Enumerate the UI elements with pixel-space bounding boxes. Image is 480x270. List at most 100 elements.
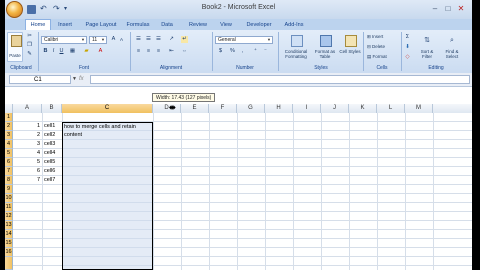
row-header[interactable]: 14: [5, 230, 13, 239]
select-all-corner[interactable]: [5, 104, 13, 113]
comma-button[interactable]: ,: [239, 48, 246, 55]
orientation-icon[interactable]: ↗: [168, 36, 175, 43]
row-header[interactable]: [5, 257, 13, 270]
row-header[interactable]: 6: [5, 158, 13, 167]
tab-home[interactable]: Home: [25, 19, 51, 30]
sort-filter-button[interactable]: ⇅ Sort & Filter: [415, 32, 437, 62]
bold-button[interactable]: B: [42, 48, 49, 55]
column-header-d[interactable]: D: [153, 104, 181, 113]
row-header[interactable]: 15: [5, 239, 13, 248]
cell-b4[interactable]: cell3: [44, 140, 62, 149]
column-header-m[interactable]: M: [405, 104, 433, 113]
borders-icon[interactable]: ▦: [69, 48, 76, 55]
copy-icon[interactable]: ❐: [26, 42, 33, 49]
cell-b2[interactable]: cell1: [44, 122, 62, 131]
cut-icon[interactable]: ✂: [26, 33, 33, 40]
merge-center-icon[interactable]: ⇔: [181, 48, 188, 55]
chevron-down-icon[interactable]: ▼: [72, 75, 77, 84]
cell-a5[interactable]: 4: [13, 149, 40, 158]
percent-button[interactable]: %: [229, 48, 236, 55]
italic-button[interactable]: I: [50, 48, 57, 55]
increase-decimal-icon[interactable]: ⁺: [252, 48, 259, 55]
paste-button[interactable]: Paste: [7, 32, 23, 62]
font-color-icon[interactable]: A: [97, 48, 104, 55]
minimize-button[interactable]: –: [429, 3, 441, 14]
cell-styles-button[interactable]: Cell Styles: [338, 32, 361, 62]
formula-input[interactable]: [90, 75, 470, 84]
font-name-select[interactable]: Calibri ▼: [41, 36, 87, 44]
cell-b8[interactable]: cell7: [44, 176, 62, 185]
format-cells-button[interactable]: ▤ Format: [367, 54, 397, 59]
column-header-e[interactable]: E: [181, 104, 209, 113]
align-top-icon[interactable]: ☰: [135, 36, 142, 43]
row-header[interactable]: 1: [5, 113, 13, 122]
column-header-h[interactable]: H: [265, 104, 293, 113]
row-header[interactable]: 10: [5, 194, 13, 203]
column-header-k[interactable]: K: [349, 104, 377, 113]
row-header[interactable]: 5: [5, 149, 13, 158]
decrease-decimal-icon[interactable]: ⁻: [262, 48, 269, 55]
row-header[interactable]: 4: [5, 140, 13, 149]
fill-color-icon[interactable]: ▰: [83, 48, 90, 55]
column-header-l[interactable]: L: [377, 104, 405, 113]
cell-a3[interactable]: 2: [13, 131, 40, 140]
align-right-icon[interactable]: ≡: [155, 48, 162, 55]
align-left-icon[interactable]: ≡: [135, 48, 142, 55]
row-header[interactable]: 2: [5, 122, 13, 131]
align-bottom-icon[interactable]: ☰: [155, 36, 162, 43]
worksheet-grid[interactable]: 1 2 3 4 5 6 7 8 9 10 11 12 13 14 15 16 1…: [5, 113, 472, 270]
format-painter-icon[interactable]: ✎: [26, 51, 33, 58]
row-header[interactable]: 7: [5, 167, 13, 176]
cell-a2[interactable]: 1: [13, 122, 40, 131]
cell-b5[interactable]: cell4: [44, 149, 62, 158]
selected-column-c[interactable]: [62, 122, 153, 270]
column-header-f[interactable]: F: [209, 104, 237, 113]
number-format-select[interactable]: General ▼: [215, 36, 273, 44]
row-header[interactable]: 11: [5, 203, 13, 212]
indent-icon[interactable]: ⇤: [168, 48, 175, 55]
format-as-table-button[interactable]: Format as Table: [312, 32, 336, 62]
align-middle-icon[interactable]: ☰: [145, 36, 152, 43]
maximize-button[interactable]: □: [442, 3, 454, 14]
cell-b6[interactable]: cell5: [44, 158, 62, 167]
cell-b3[interactable]: cell2: [44, 131, 62, 140]
cell-a4[interactable]: 3: [13, 140, 40, 149]
delete-cells-button[interactable]: ⊟ Delete: [367, 44, 397, 49]
close-button[interactable]: ✕: [455, 3, 467, 14]
column-header-g[interactable]: G: [237, 104, 265, 113]
row-header[interactable]: 13: [5, 221, 13, 230]
shrink-font-icon[interactable]: A: [118, 36, 125, 43]
tab-page-layout[interactable]: Page Layout: [83, 20, 119, 30]
tab-insert[interactable]: Insert: [55, 20, 75, 30]
column-header-a[interactable]: A: [13, 104, 42, 113]
clear-icon[interactable]: ◇: [404, 54, 411, 61]
cell-a8[interactable]: 7: [13, 176, 40, 185]
row-header[interactable]: 16: [5, 248, 13, 257]
underline-button[interactable]: U: [58, 48, 65, 55]
row-header[interactable]: 8: [5, 176, 13, 185]
tab-review[interactable]: Review: [186, 20, 210, 30]
row-header[interactable]: 9: [5, 185, 13, 194]
column-header-c[interactable]: C: [62, 104, 153, 113]
column-header-j[interactable]: J: [321, 104, 349, 113]
insert-function-icon[interactable]: fx: [79, 75, 84, 84]
cell-a6[interactable]: 5: [13, 158, 40, 167]
wrap-text-icon[interactable]: ↵: [181, 36, 188, 43]
autosum-button[interactable]: Σ: [404, 34, 411, 41]
fill-icon[interactable]: ⬇: [404, 44, 411, 51]
row-header[interactable]: 3: [5, 131, 13, 140]
name-box[interactable]: C1: [9, 75, 71, 84]
tab-view[interactable]: View: [217, 20, 235, 30]
align-center-icon[interactable]: ≡: [145, 48, 152, 55]
column-header-i[interactable]: I: [293, 104, 321, 113]
conditional-formatting-button[interactable]: Conditional Formatting: [281, 32, 309, 62]
currency-button[interactable]: $: [217, 48, 224, 55]
row-header[interactable]: 12: [5, 212, 13, 221]
cell-a7[interactable]: 6: [13, 167, 40, 176]
insert-cells-button[interactable]: ⊞ Insert: [367, 34, 397, 39]
tab-developer[interactable]: Developer: [243, 20, 275, 30]
tab-add-ins[interactable]: Add-Ins: [281, 20, 307, 30]
cell-c2[interactable]: how to merge cells and retain content: [64, 123, 152, 139]
cell-b7[interactable]: cell6: [44, 167, 62, 176]
column-header-b[interactable]: B: [42, 104, 62, 113]
